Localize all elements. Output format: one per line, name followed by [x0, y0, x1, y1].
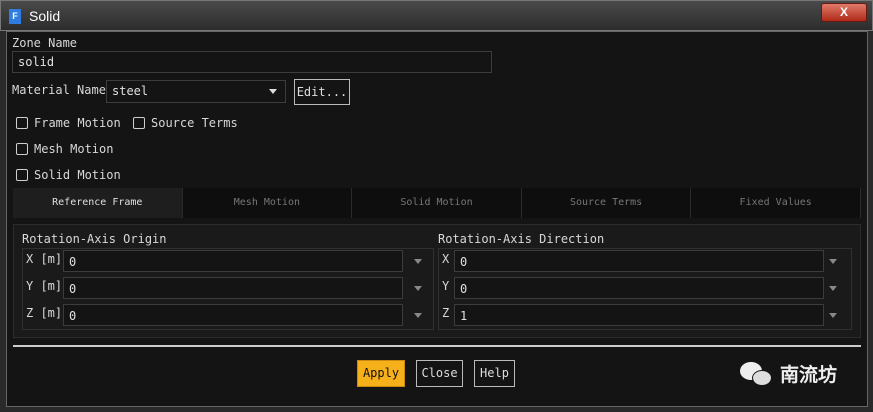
origin-2-input[interactable]: 0: [63, 304, 403, 326]
tab-source-terms[interactable]: Source Terms: [522, 188, 692, 218]
material-name-label: Material Name: [12, 83, 106, 97]
origin-2-label: Z [m]: [26, 306, 63, 320]
chevron-down-icon: [269, 89, 277, 94]
chevron-down-icon[interactable]: [829, 313, 837, 318]
help-button[interactable]: Help: [474, 360, 515, 387]
direction-0-input[interactable]: 0: [454, 250, 824, 272]
material-value: steel: [112, 84, 149, 98]
edit-material-button[interactable]: Edit...: [294, 79, 350, 105]
tab-reference-frame[interactable]: Reference Frame: [13, 188, 183, 218]
direction-title: Rotation-Axis Direction: [438, 232, 605, 246]
app-icon: F: [9, 9, 21, 24]
chevron-down-icon[interactable]: [414, 286, 422, 291]
title-bar: F Solid X: [0, 0, 873, 31]
window-title: Solid: [29, 8, 61, 24]
zone-name-input[interactable]: solid: [12, 51, 492, 73]
origin-1-input[interactable]: 0: [63, 277, 403, 299]
material-select[interactable]: steel: [106, 80, 286, 103]
origin-0-label: X [m]: [26, 252, 63, 266]
origin-0-input[interactable]: 0: [63, 250, 403, 272]
wechat-icon: [740, 360, 774, 388]
tab-bar: Reference Frame Mesh Motion Solid Motion…: [13, 188, 861, 218]
direction-2-input[interactable]: 1: [454, 304, 824, 326]
origin-1-label: Y [m]: [26, 279, 63, 293]
direction-2-label: Z: [442, 306, 450, 320]
solid-motion-checkbox[interactable]: Solid Motion: [16, 168, 121, 182]
apply-button[interactable]: Apply: [357, 360, 405, 387]
direction-1-label: Y: [442, 279, 450, 293]
chevron-down-icon[interactable]: [414, 259, 422, 264]
zone-name-label: Zone Name: [12, 36, 78, 50]
divider: [13, 345, 861, 347]
watermark-text: 南流坊: [780, 364, 838, 386]
tab-fixed-values[interactable]: Fixed Values: [691, 188, 861, 218]
close-button[interactable]: Close: [416, 360, 463, 387]
close-window-button[interactable]: X: [821, 3, 867, 22]
source-terms-checkbox[interactable]: Source Terms: [133, 116, 238, 130]
mesh-motion-checkbox[interactable]: Mesh Motion: [16, 142, 113, 156]
frame-motion-checkbox[interactable]: Frame Motion: [16, 116, 121, 130]
dialog-body: Zone Name solid Material Name steel Edit…: [6, 31, 868, 407]
tab-solid-motion[interactable]: Solid Motion: [352, 188, 522, 218]
direction-0-label: X: [442, 252, 450, 266]
origin-title: Rotation-Axis Origin: [22, 232, 167, 246]
chevron-down-icon[interactable]: [829, 286, 837, 291]
chevron-down-icon[interactable]: [414, 313, 422, 318]
chevron-down-icon[interactable]: [829, 259, 837, 264]
tab-mesh-motion[interactable]: Mesh Motion: [183, 188, 353, 218]
direction-1-input[interactable]: 0: [454, 277, 824, 299]
